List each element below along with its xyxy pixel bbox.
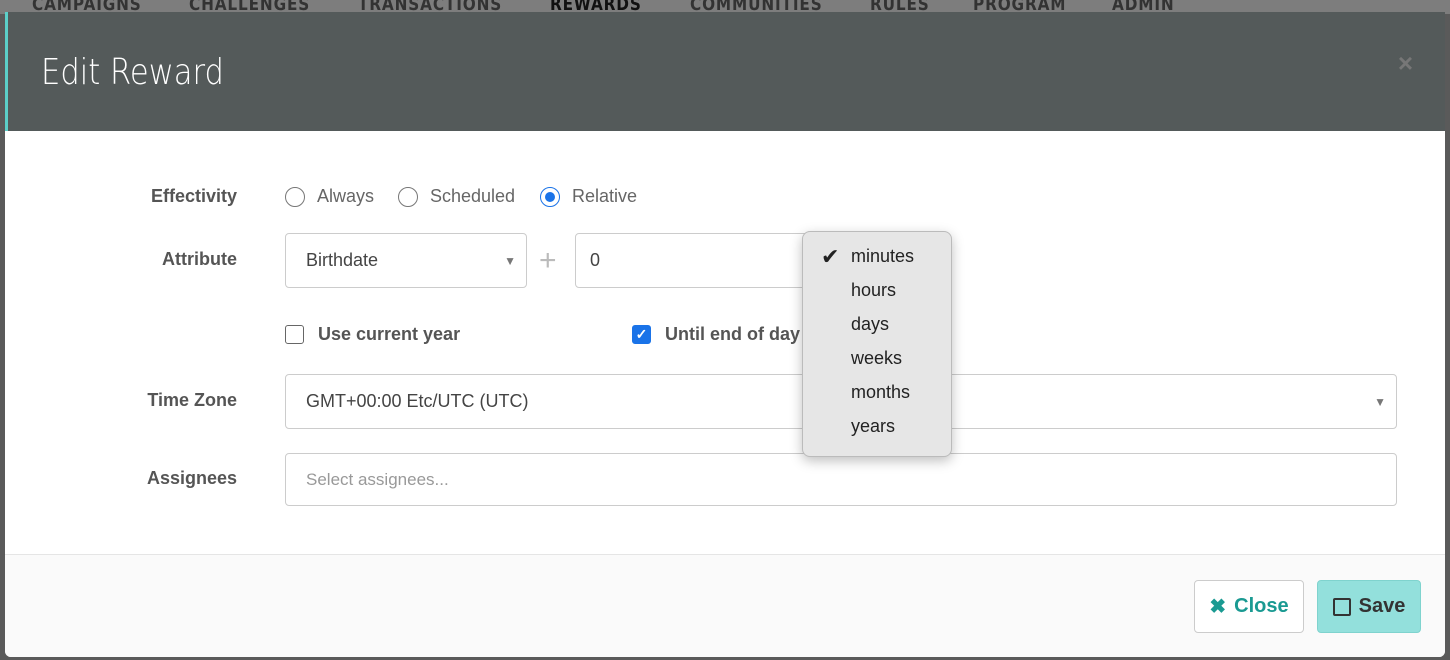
option-weeks[interactable]: weeks bbox=[803, 348, 951, 382]
modal-footer: ✖ Close Save bbox=[5, 554, 1445, 657]
option-years[interactable]: years bbox=[803, 416, 951, 450]
radio-icon bbox=[285, 186, 305, 207]
plus-icon: + bbox=[539, 244, 557, 277]
floppy-disk-icon bbox=[1332, 597, 1351, 616]
effectivity-label: Effectivity bbox=[150, 186, 237, 206]
modal-header: Edit Reward × bbox=[5, 12, 1445, 131]
close-icon[interactable]: × bbox=[1398, 48, 1413, 79]
radio-icon bbox=[398, 186, 418, 207]
option-months[interactable]: months bbox=[803, 382, 951, 416]
checkmark-icon: ✓ bbox=[632, 325, 651, 344]
check-icon: ✔ bbox=[821, 244, 840, 269]
caret-down-icon: ▼ bbox=[1374, 394, 1386, 409]
option-hours[interactable]: hours bbox=[803, 280, 951, 314]
radio-always[interactable]: Always bbox=[285, 186, 374, 207]
edit-reward-modal: Edit Reward × Effectivity Always Schedul… bbox=[5, 12, 1445, 657]
close-button[interactable]: ✖ Close bbox=[1194, 580, 1304, 633]
checkbox-icon bbox=[285, 325, 304, 344]
time-zone-label: Time Zone bbox=[147, 390, 237, 410]
caret-down-icon: ▼ bbox=[504, 253, 516, 268]
unit-dropdown-menu: ✔ minutes hours days weeks months years bbox=[802, 231, 952, 457]
assignees-label: Assignees bbox=[146, 468, 237, 488]
radio-selected-icon bbox=[540, 186, 560, 207]
option-days[interactable]: days bbox=[803, 314, 951, 348]
modal-title: Edit Reward bbox=[41, 52, 224, 93]
option-minutes[interactable]: ✔ minutes bbox=[803, 244, 951, 280]
radio-scheduled[interactable]: Scheduled bbox=[398, 186, 515, 207]
offset-input[interactable]: 0 bbox=[575, 233, 815, 288]
x-icon: ✖ bbox=[1209, 596, 1227, 618]
assignees-input[interactable]: Select assignees... bbox=[285, 453, 1397, 506]
radio-relative[interactable]: Relative bbox=[540, 186, 637, 207]
use-current-year-checkbox[interactable]: Use current year bbox=[285, 324, 460, 345]
attribute-label: Attribute bbox=[162, 249, 237, 269]
until-end-of-day-checkbox[interactable]: ✓ Until end of day bbox=[632, 324, 800, 345]
attribute-select[interactable]: Birthdate ▼ bbox=[285, 233, 527, 288]
save-button[interactable]: Save bbox=[1317, 580, 1421, 633]
